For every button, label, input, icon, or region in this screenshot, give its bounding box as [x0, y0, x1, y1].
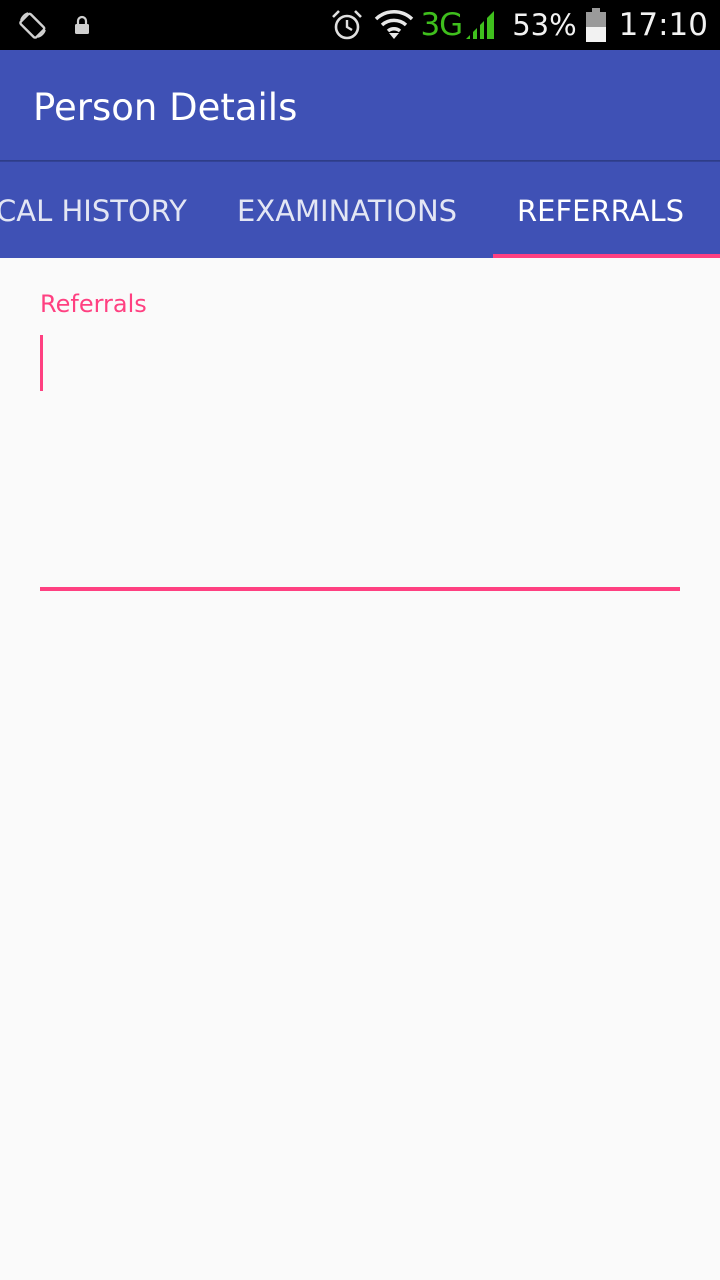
app-bar: Person Details	[0, 50, 720, 162]
referrals-input[interactable]	[40, 333, 680, 591]
tab-examinations[interactable]: EXAMINATIONS	[237, 162, 457, 258]
status-bar: 3G 53% 17:10	[0, 0, 720, 50]
battery-percent: 53%	[512, 8, 577, 42]
lock-icon	[74, 15, 90, 35]
wifi-icon	[374, 9, 414, 41]
alarm-icon	[330, 8, 364, 42]
tab-bar: CAL HISTORY EXAMINATIONS REFERRALS	[0, 162, 720, 258]
clock: 17:10	[618, 7, 708, 43]
tab-medical-history[interactable]: CAL HISTORY	[0, 162, 187, 258]
page-title: Person Details	[33, 86, 298, 129]
tab-referrals[interactable]: REFERRALS	[517, 162, 684, 258]
battery-icon	[585, 8, 607, 42]
signal-icon	[464, 9, 496, 41]
network-type-label: 3G	[420, 7, 463, 43]
referrals-field-label: Referrals	[40, 290, 147, 318]
screen-rotation-icon	[18, 10, 48, 40]
tab-selected-indicator	[493, 254, 720, 258]
